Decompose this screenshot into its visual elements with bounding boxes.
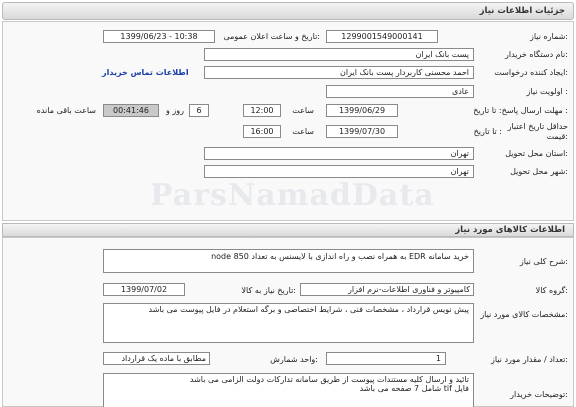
city-field[interactable]: تهران [204,165,474,178]
specs-label: مشخصات کالای مورد نیاز: [480,310,568,319]
remaining-label: ساعت باقی مانده [36,106,96,115]
priority-label: اولویت نیاز : [526,87,568,96]
days-field[interactable]: 6 [189,104,209,117]
need-number-label: شماره نیاز: [529,32,568,41]
need-date-label: تاریخ نیاز به کالا: [241,286,296,295]
validity-time-field[interactable]: 16:00 [243,125,281,138]
deadline-date-field[interactable]: 1399/06/29 [326,104,398,117]
group-select[interactable]: کامپیوتر و فناوری اطلاعات-نرم افزار [300,283,474,296]
notes-label: توضیحات خریدار: [510,390,568,399]
group-label: گروه کالا: [535,286,568,295]
buyer-contact-link[interactable]: اطلاعات تماس خریدار [102,68,189,77]
unit-label: واحد شمارش: [270,355,318,364]
specs-field[interactable]: پیش نویس قرارداد ، مشخصات فنی ، شرایط اخ… [103,303,474,343]
validity-time-label: ساعت [292,127,314,136]
notes-line-2: فایل tif شامل 7 صفحه می باشد [359,384,469,393]
summary-label: شرح کلی نیاز: [519,257,568,266]
goods-section-header: اطلاعات کالاهای مورد نیاز [2,223,574,237]
city-label: شهر محل تحویل: [510,167,568,176]
validity-label-2: قیمت: [546,132,568,141]
remaining-time-field: 00:41:46 [103,104,159,117]
days-label: روز و [166,106,184,115]
qty-label: تعداد / مقدار مورد نیاز: [490,355,568,364]
deadline-time-label: ساعت [292,106,314,115]
deadline-time-field[interactable]: 12:00 [243,104,281,117]
announce-label: تاریخ و ساعت اعلان عمومی: [223,32,320,41]
announce-field[interactable]: 1399/06/23 - 10:38 [103,30,215,43]
buyer-label: نام دستگاه خریدار: [504,50,568,59]
unit-select[interactable]: مطابق با ماده یک قرارداد [103,352,210,365]
qty-field[interactable]: 1 [326,352,446,365]
need-date-field[interactable]: 1399/07/02 [103,283,185,296]
group-select-value: کامپیوتر و فناوری اطلاعات-نرم افزار [348,285,470,294]
notes-field[interactable]: تائید و ارسال کلیه مستندات پیوست از طریق… [103,373,474,407]
summary-field[interactable]: خرید سامانه EDR به همراه نصب و راه انداز… [103,249,474,273]
need-number-field[interactable]: 1299001549000141 [326,30,438,43]
validity-label-1: حداقل تاریخ اعتبار [507,122,568,131]
creator-label: ایجاد کننده درخواست: [494,68,568,77]
watermark: ParsNamadData [150,178,435,213]
validity-to-label: تا تاریخ : [473,127,502,136]
unit-select-value: مطابق با ماده یک قرارداد [121,354,206,363]
province-field[interactable]: تهران [204,147,474,160]
validity-date-field[interactable]: 1399/07/30 [326,125,398,138]
priority-field[interactable]: عادی [326,85,474,98]
notes-line-1: تائید و ارسال کلیه مستندات پیوست از طریق… [189,375,469,384]
details-title: جزئیات اطلاعات نیاز [479,6,565,16]
province-label: استان محل تحویل: [505,149,568,158]
creator-field[interactable]: احمد محسنی کاربردار پست بانک ایران [204,66,474,79]
buyer-field[interactable]: پست بانک ایران [204,48,474,61]
deadline-label: مهلت ارسال پاسخ: تا تاریخ : [473,106,568,115]
details-header: جزئیات اطلاعات نیاز [2,2,574,20]
goods-section-title: اطلاعات کالاهای مورد نیاز [455,225,565,235]
